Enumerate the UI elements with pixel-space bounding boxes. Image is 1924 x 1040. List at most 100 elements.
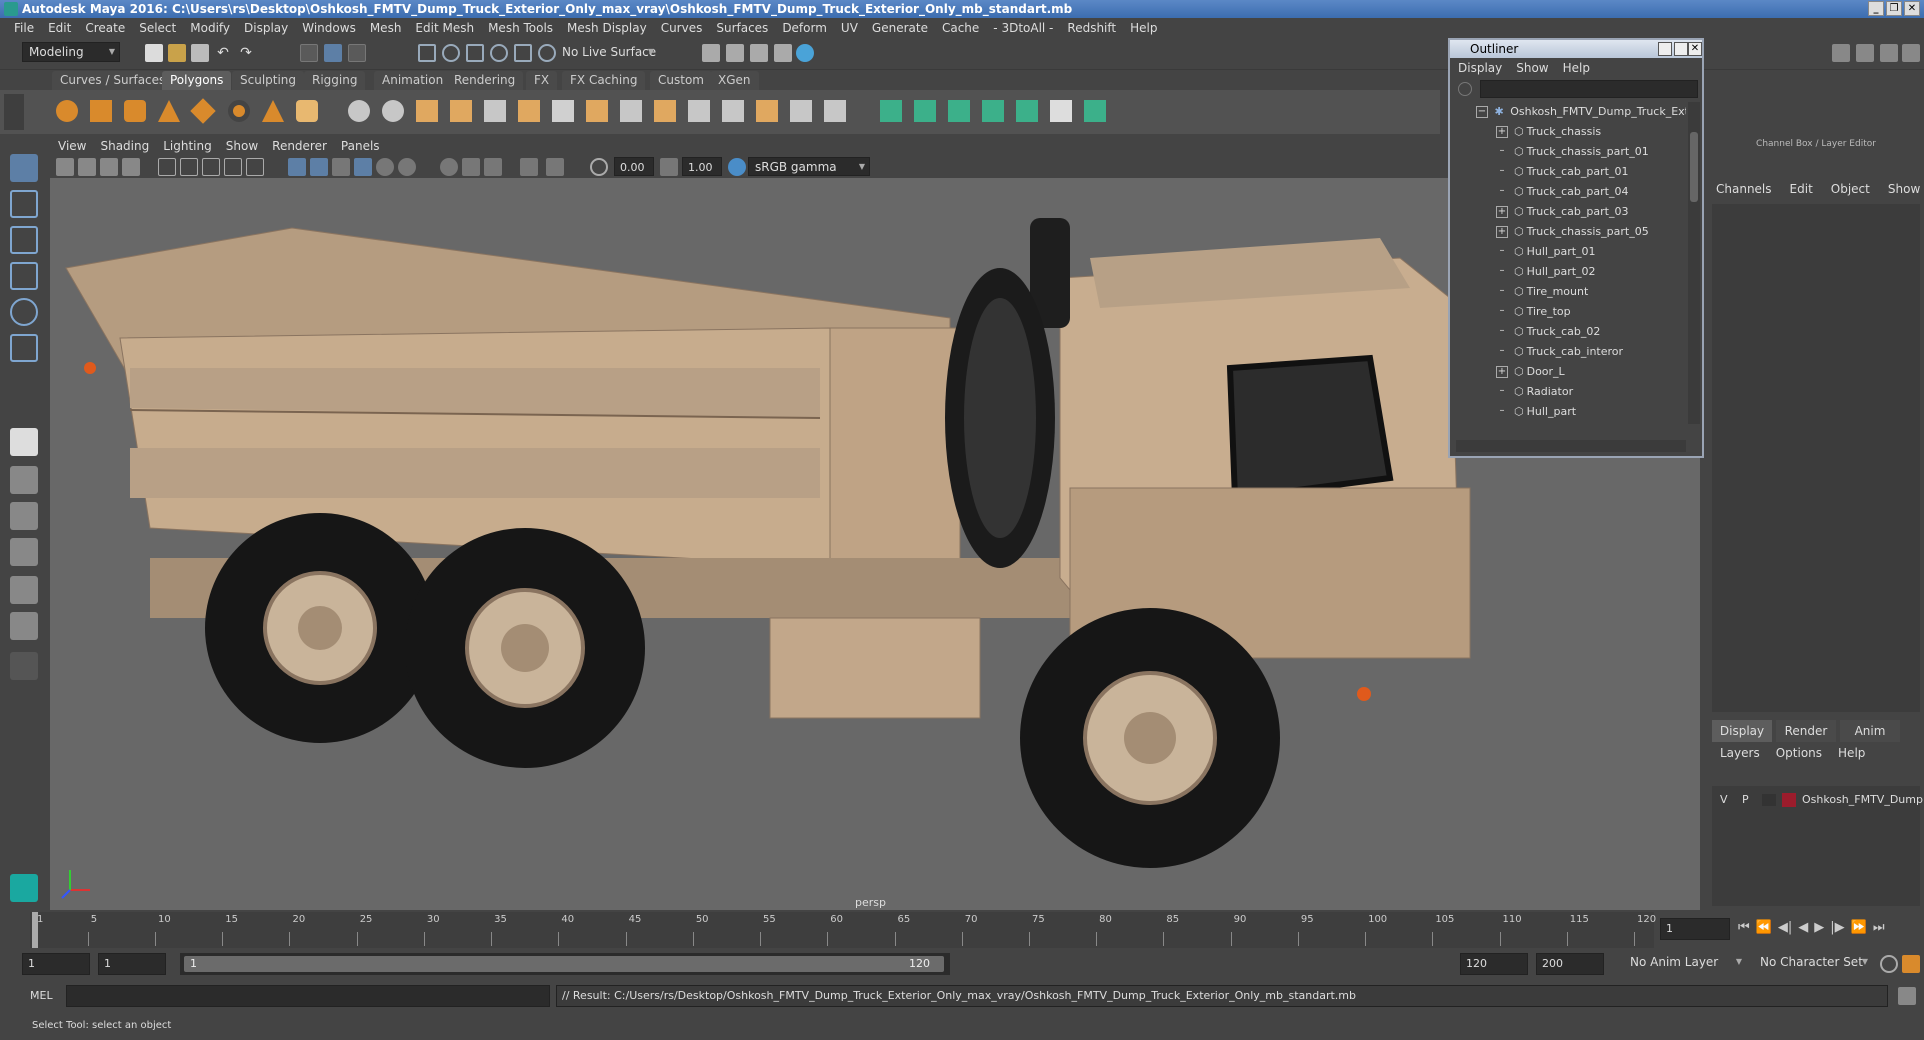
menu-item[interactable]: Windows [302,21,356,35]
ipr-render-icon[interactable] [750,44,768,62]
snap-point-icon[interactable] [466,44,484,62]
shelf-tab[interactable]: Rendering [446,71,524,90]
poly-pipe-icon[interactable] [296,100,318,122]
view-transform-dropdown[interactable]: sRGB gamma [748,157,870,176]
film-gate-icon[interactable] [180,158,198,176]
outliner-filter-icon[interactable] [1458,82,1472,96]
viewport-menu-item[interactable]: Lighting [163,139,212,153]
outliner-root-row[interactable]: − ✱ Oshkosh_FMTV_Dump_Truck_Exte [1476,102,1686,122]
layer-visibility-toggle[interactable]: V [1720,790,1728,810]
snap-curve-icon[interactable] [442,44,460,62]
range-slider-bar[interactable]: 1 120 [180,953,950,975]
extrude-icon[interactable] [518,100,540,122]
go-to-end-icon[interactable]: ⏭ [1873,920,1885,935]
uv-cylindrical-icon[interactable] [914,100,936,122]
poly-cube-icon[interactable] [90,100,112,122]
layer-tab[interactable]: Display [1712,720,1772,742]
camera-icon[interactable] [56,158,74,176]
menu-item[interactable]: Mesh Display [567,21,647,35]
minimize-button[interactable]: _ [1868,1,1884,16]
uv-editor-icon[interactable] [1016,100,1038,122]
tool-settings-icon[interactable] [1880,44,1898,62]
collapse-icon[interactable] [824,100,846,122]
layout-options-icon[interactable] [10,652,38,680]
channel-box-menu-item[interactable]: Show [1888,182,1920,202]
outliner-search-input[interactable] [1480,80,1698,98]
poly-plane-icon[interactable] [190,98,216,124]
ambient-occlusion-icon[interactable] [440,158,458,176]
lasso-tool-icon[interactable] [10,190,38,218]
combine-icon[interactable] [348,100,370,122]
undo-icon[interactable]: ↶ [214,44,232,62]
snap-grid-icon[interactable] [418,44,436,62]
time-ruler[interactable]: 1 5 10 15 20 25 30 35 40 45 50 55 60 65 70 75 80 85 90 95 10… [30,912,1656,948]
step-forward-key-icon[interactable]: ⏩ [1851,920,1867,935]
viewport-menu-item[interactable]: Show [226,139,258,153]
field-chart-icon[interactable] [246,158,264,176]
shelf-tab[interactable]: XGen [710,71,759,90]
outliner-item[interactable]: – ⬡ Hull_part_01 [1496,242,1596,262]
menu-item[interactable]: Edit Mesh [415,21,474,35]
current-time-indicator[interactable] [32,912,38,948]
close-window-button[interactable]: ✕ [1904,1,1920,16]
multi-cut-icon[interactable] [688,100,710,122]
layer-menu-item[interactable]: Layers [1720,746,1760,766]
four-view-layout-icon[interactable] [10,466,38,494]
cut-uv-icon[interactable] [1084,100,1106,122]
smooth-shade-icon[interactable] [310,158,328,176]
anim-layer-dropdown[interactable]: No Anim Layer [1624,953,1746,973]
expand-icon[interactable]: + [1496,206,1508,218]
outliner-item[interactable]: – ⬡ Truck_chassis_part_01 [1496,142,1649,162]
menu-item[interactable]: Create [85,21,125,35]
shelf-tab[interactable]: FX Caching [562,71,646,90]
shelf-tab[interactable]: FX [526,71,558,90]
move-tool-icon[interactable] [10,262,38,290]
menu-item[interactable]: Curves [661,21,703,35]
render-settings-icon[interactable] [774,44,792,62]
snap-projected-center-icon[interactable] [490,44,508,62]
textured-icon[interactable] [354,158,372,176]
snap-view-plane-icon[interactable] [514,44,532,62]
poly-cone-icon[interactable] [158,100,180,122]
play-forwards-icon[interactable]: ▶ [1814,920,1824,935]
poly-prism-icon[interactable] [262,100,284,122]
channel-box-menu-item[interactable]: Edit [1790,182,1813,202]
bevel-icon[interactable] [586,100,608,122]
outliner-maximize-icon[interactable] [1674,42,1688,56]
open-scene-icon[interactable] [168,44,186,62]
outliner-item[interactable]: – ⬡ Truck_cab_02 [1496,322,1601,342]
grid-icon[interactable] [158,158,176,176]
outliner-item[interactable]: – ⬡ Hull_part [1496,402,1577,422]
wireframe-icon[interactable] [288,158,306,176]
menu-item[interactable]: Mesh Tools [488,21,553,35]
time-slider[interactable]: 1 5 10 15 20 25 30 35 40 45 50 55 60 65 70 75 80 85 90 95 10… [0,912,1924,948]
outliner-layout-icon[interactable] [10,612,38,640]
menu-item[interactable]: UV [841,21,858,35]
outliner-item[interactable]: – ⬡ Truck_cab_part_01 [1496,162,1629,182]
animation-preferences-icon[interactable] [1902,955,1920,973]
camera-attributes-icon[interactable] [78,158,96,176]
uv-planar-icon[interactable] [880,100,902,122]
expand-icon[interactable]: + [1496,126,1508,138]
playback-end-field[interactable]: 120 [1460,953,1528,975]
playback-start-field[interactable]: 1 [98,953,166,975]
shelf-tab[interactable]: Sculpting [232,71,305,90]
outliner-item[interactable]: – ⬡ Hull_part_02 [1496,262,1596,282]
script-language-label[interactable]: MEL [30,989,53,1002]
shelf-menu-icon[interactable] [4,94,24,130]
smooth-icon[interactable] [416,100,438,122]
menu-item[interactable]: File [14,21,34,35]
persp-outliner-layout-icon[interactable] [10,576,38,604]
step-back-key-icon[interactable]: ⏪ [1756,920,1772,935]
range-slider-handle[interactable]: 1 120 [184,956,944,972]
menu-item[interactable]: Deform [782,21,827,35]
outliner-menu-item[interactable]: Help [1563,61,1590,75]
resolution-gate-icon[interactable] [202,158,220,176]
shelf-tab[interactable]: Animation [374,71,452,90]
save-scene-icon[interactable] [191,44,209,62]
shadows-icon[interactable] [398,158,416,176]
outliner-item[interactable]: + ⬡ Truck_cab_part_03 [1496,202,1628,222]
append-polygon-icon[interactable] [620,100,642,122]
menu-item[interactable]: Help [1130,21,1157,35]
target-weld-icon[interactable] [756,100,778,122]
